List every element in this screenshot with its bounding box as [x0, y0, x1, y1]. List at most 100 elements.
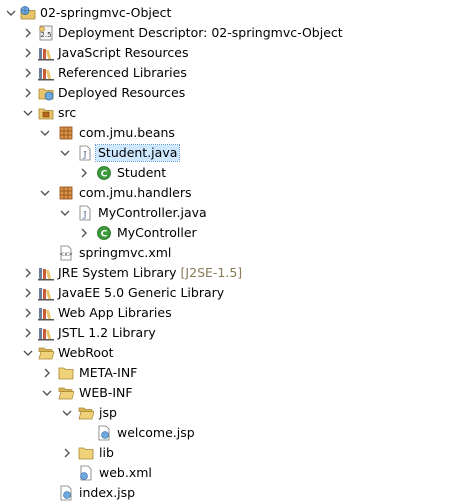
- svg-text:<x>: <x>: [59, 251, 73, 258]
- tree-item-src[interactable]: src: [0, 103, 470, 123]
- library-icon: [38, 305, 54, 321]
- chevron-down-icon[interactable]: [40, 128, 50, 138]
- source-folder-icon: [38, 105, 54, 121]
- package-handlers-label: com.jmu.handlers: [79, 185, 192, 200]
- chevron-right-icon[interactable]: [79, 228, 89, 238]
- tree-item-springmvc-xml[interactable]: <x> springmvc.xml: [0, 243, 470, 263]
- jsp-folder-label: jsp: [99, 405, 117, 420]
- tree-item-mycontroller-class[interactable]: C MyController: [0, 223, 470, 243]
- meta-inf-label: META-INF: [79, 365, 138, 380]
- welcome-jsp-label: welcome.jsp: [117, 425, 195, 440]
- web-project-icon: [20, 5, 36, 21]
- chevron-right-icon[interactable]: [23, 48, 33, 58]
- java-file-icon: J: [77, 145, 93, 161]
- tree-item-package-handlers[interactable]: com.jmu.handlers: [0, 183, 470, 203]
- web-xml-icon: [78, 465, 94, 481]
- web-inf-label: WEB-INF: [79, 385, 133, 400]
- tree-item-webroot[interactable]: WebRoot: [0, 343, 470, 363]
- chevron-down-icon[interactable]: [23, 108, 33, 118]
- chevron-right-icon[interactable]: [79, 168, 89, 178]
- lib-folder-label: lib: [99, 445, 114, 460]
- tree-item-jsp-folder[interactable]: jsp: [0, 403, 470, 423]
- folder-icon: [58, 365, 74, 381]
- chevron-right-icon[interactable]: [23, 288, 33, 298]
- package-beans-label: com.jmu.beans: [79, 125, 175, 140]
- svg-text:C: C: [101, 170, 108, 180]
- svg-text:2.5: 2.5: [40, 31, 51, 39]
- chevron-down-icon[interactable]: [60, 208, 70, 218]
- tree-item-webapp-libraries[interactable]: Web App Libraries: [0, 303, 470, 323]
- tree-item-meta-inf[interactable]: META-INF: [0, 363, 470, 383]
- library-icon: [38, 265, 54, 281]
- svg-text:J: J: [82, 210, 86, 219]
- webroot-label: WebRoot: [58, 345, 114, 360]
- jstl-library-label: JSTL 1.2 Library: [58, 325, 156, 340]
- tree-item-index-jsp[interactable]: index.jsp: [0, 483, 470, 503]
- folder-open-icon: [78, 405, 94, 421]
- jre-library-name: JRE System Library: [58, 265, 177, 280]
- svg-text:J: J: [82, 150, 86, 159]
- deployment-descriptor-icon: 2.5: [38, 25, 54, 41]
- chevron-right-icon[interactable]: [23, 88, 33, 98]
- tree-item-welcome-jsp[interactable]: welcome.jsp: [0, 423, 470, 443]
- javaee-library-label: JavaEE 5.0 Generic Library: [58, 285, 225, 300]
- chevron-down-icon[interactable]: [62, 408, 72, 418]
- tree-item-javascript-resources[interactable]: JavaScript Resources: [0, 43, 470, 63]
- student-java-label: Student.java: [94, 144, 181, 162]
- index-jsp-label: index.jsp: [79, 485, 136, 500]
- tree-item-deployment-descriptor[interactable]: 2.5 Deployment Descriptor: 02-springmvc-…: [0, 23, 470, 43]
- chevron-right-icon[interactable]: [23, 68, 33, 78]
- deployed-resources-label: Deployed Resources: [58, 85, 186, 100]
- tree-item-web-xml[interactable]: web.xml: [0, 463, 470, 483]
- webapp-libraries-label: Web App Libraries: [58, 305, 172, 320]
- tree-item-lib-folder[interactable]: lib: [0, 443, 470, 463]
- web-xml-label: web.xml: [99, 465, 152, 480]
- chevron-down-icon[interactable]: [60, 148, 70, 158]
- src-label: src: [58, 105, 77, 120]
- library-icon: [38, 65, 54, 81]
- deployment-descriptor-label: Deployment Descriptor: 02-springmvc-Obje…: [58, 25, 343, 40]
- folder-icon: [78, 445, 94, 461]
- tree-item-web-inf[interactable]: WEB-INF: [0, 383, 470, 403]
- class-icon: C: [96, 225, 112, 241]
- chevron-right-icon[interactable]: [62, 448, 72, 458]
- xml-file-icon: <x>: [58, 245, 74, 261]
- package-icon: [58, 185, 74, 201]
- chevron-right-icon[interactable]: [23, 308, 33, 318]
- tree-item-jstl-library[interactable]: JSTL 1.2 Library: [0, 323, 470, 343]
- library-icon: [38, 45, 54, 61]
- mycontroller-java-label: MyController.java: [98, 205, 207, 220]
- chevron-down-icon[interactable]: [23, 348, 33, 358]
- tree-item-referenced-libraries[interactable]: Referenced Libraries: [0, 63, 470, 83]
- tree-item-package-beans[interactable]: com.jmu.beans: [0, 123, 470, 143]
- springmvc-xml-label: springmvc.xml: [79, 245, 172, 260]
- tree-item-student-java[interactable]: J Student.java: [0, 143, 470, 163]
- chevron-right-icon[interactable]: [23, 328, 33, 338]
- tree-item-jre-library[interactable]: JRE System Library [J2SE-1.5]: [0, 263, 470, 283]
- tree-item-project[interactable]: 02-springmvc-Object: [0, 3, 470, 23]
- tree-item-javaee-library[interactable]: JavaEE 5.0 Generic Library: [0, 283, 470, 303]
- jsp-file-icon: [96, 425, 112, 441]
- svg-text:C: C: [101, 230, 108, 240]
- jsp-file-icon: [58, 485, 74, 501]
- folder-open-icon: [38, 345, 54, 361]
- folder-open-icon: [58, 385, 74, 401]
- deployed-resources-icon: [38, 85, 54, 101]
- jre-library-label: JRE System Library [J2SE-1.5]: [58, 265, 242, 281]
- tree-item-student-class[interactable]: C Student: [0, 163, 470, 183]
- chevron-down-icon[interactable]: [40, 188, 50, 198]
- class-icon: C: [96, 165, 112, 181]
- chevron-right-icon[interactable]: [42, 368, 52, 378]
- chevron-down-icon[interactable]: [42, 388, 52, 398]
- library-icon: [38, 325, 54, 341]
- library-icon: [38, 285, 54, 301]
- javascript-resources-label: JavaScript Resources: [58, 45, 189, 60]
- java-file-icon: J: [77, 205, 93, 221]
- chevron-down-icon[interactable]: [6, 8, 16, 18]
- tree-item-mycontroller-java[interactable]: J MyController.java: [0, 203, 470, 223]
- package-icon: [58, 125, 74, 141]
- chevron-right-icon[interactable]: [23, 28, 33, 38]
- chevron-right-icon[interactable]: [23, 268, 33, 278]
- tree-item-deployed-resources[interactable]: Deployed Resources: [0, 83, 470, 103]
- student-class-label: Student: [117, 165, 167, 180]
